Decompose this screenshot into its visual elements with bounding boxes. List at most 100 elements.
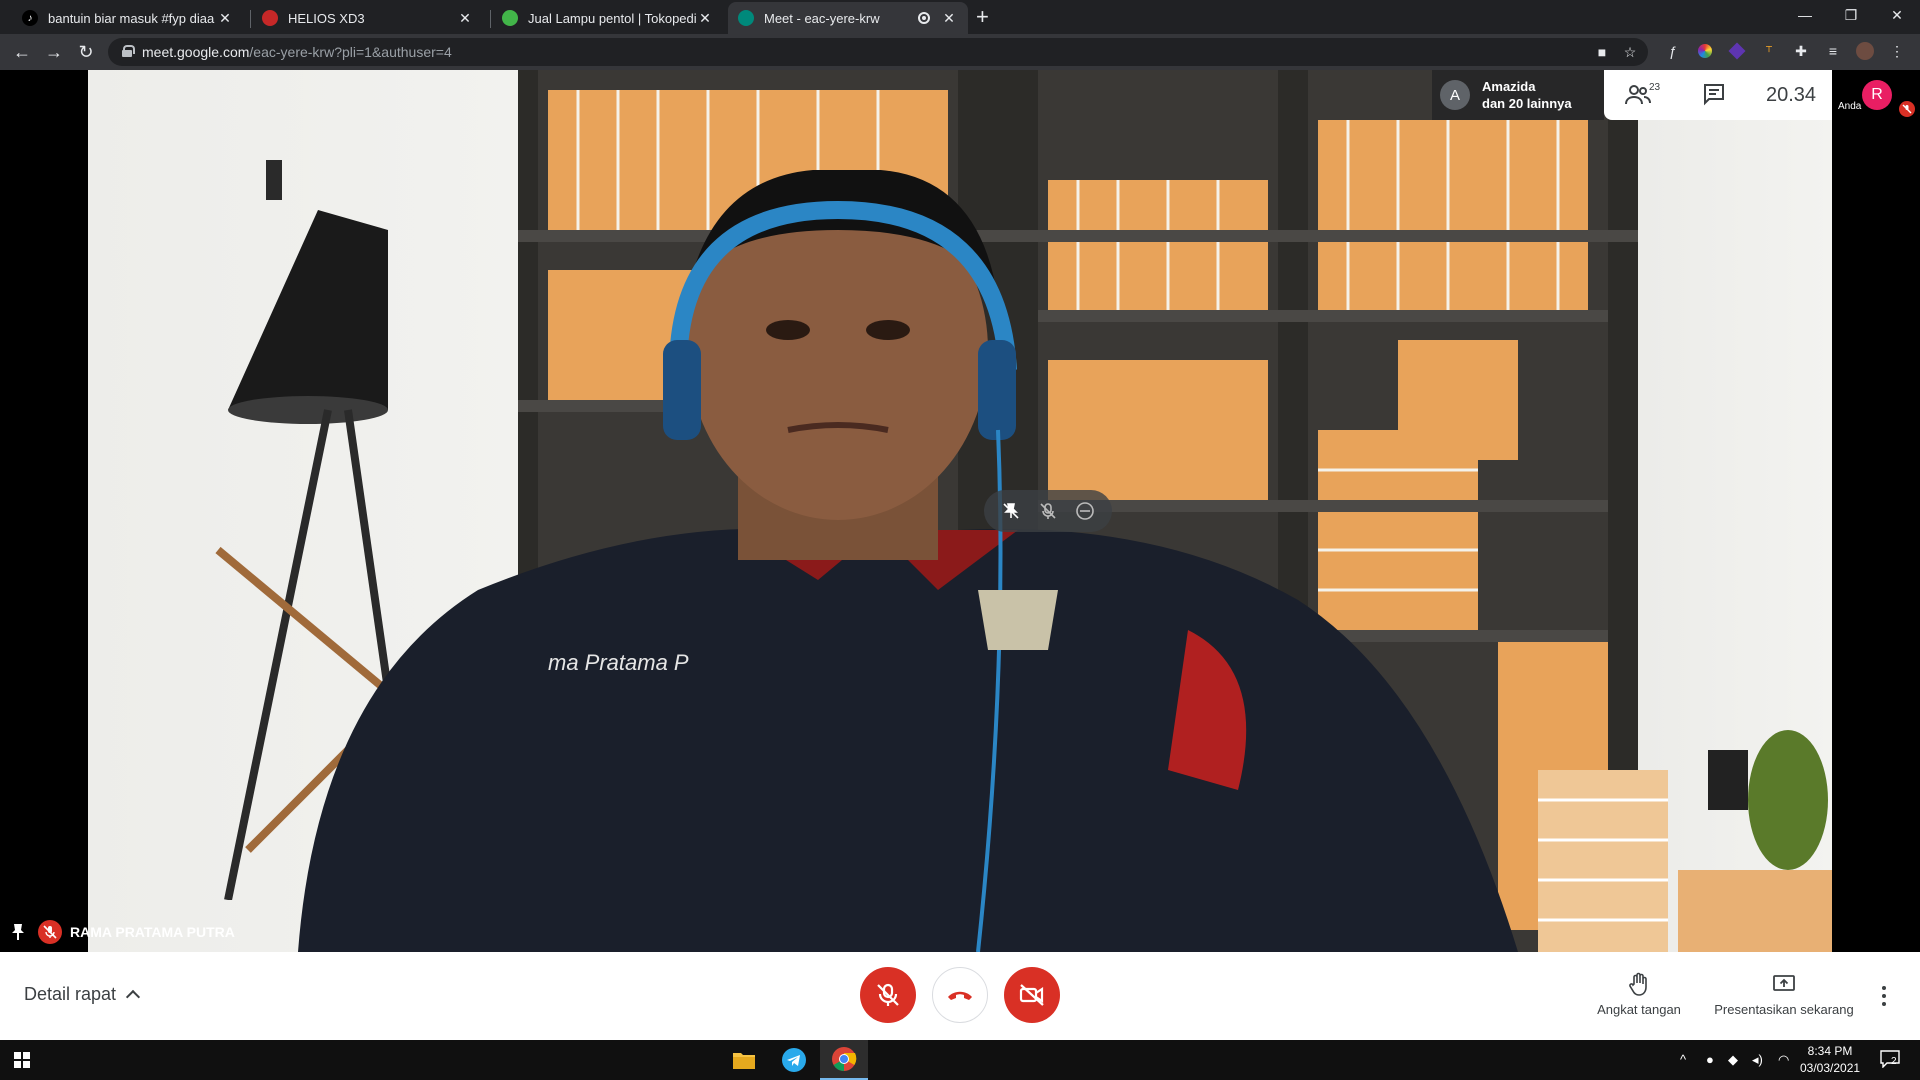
chrome-icon[interactable] (820, 1040, 868, 1080)
mic-off-icon (38, 920, 62, 944)
url-path: /eac-yere-krw?pli=1&authuser=4 (249, 44, 452, 60)
back-icon[interactable]: ← (10, 40, 34, 64)
taskbar-date: 03/03/2021 (1800, 1061, 1861, 1075)
participant-name: RAMA PRATAMA PUTRA (70, 924, 235, 940)
chevron-up-icon (125, 989, 141, 1005)
participant-hover-controls (984, 490, 1112, 532)
tiktok-icon: ♪ (22, 10, 38, 26)
profile-avatar-icon[interactable] (1856, 42, 1874, 60)
tab-helios[interactable]: HELIOS XD3 ✕ (252, 2, 484, 34)
wifi-icon[interactable]: ◠ (1778, 1052, 1789, 1068)
remove-participant-icon[interactable] (1072, 498, 1098, 524)
camera-toggle-button[interactable] (1004, 967, 1060, 1023)
mic-toggle-button[interactable] (860, 967, 916, 1023)
reload-icon[interactable]: ↻ (74, 40, 98, 64)
mic-off-icon (877, 983, 899, 1006)
url-text[interactable]: meet.google.com/eac-yere-krw?pli=1&authu… (142, 44, 452, 60)
dropbox-icon[interactable]: ◆ (1728, 1052, 1738, 1068)
extensions-puzzle-icon[interactable]: ✚ (1792, 42, 1810, 60)
microphone-tray-icon[interactable]: ● (1706, 1052, 1714, 1067)
notification-center-icon[interactable]: 2 (1880, 1050, 1902, 1070)
raise-hand-button[interactable]: Angkat tangan (1584, 972, 1694, 1017)
more-options-icon[interactable] (1882, 986, 1888, 1010)
participant-count: 23 (1649, 82, 1661, 93)
present-screen-icon (1708, 972, 1860, 996)
presenter-chip[interactable]: A Amazida dan 20 lainnya (1432, 70, 1604, 120)
raise-hand-label: Angkat tangan (1597, 1002, 1681, 1017)
camera-icon[interactable]: ■ (1594, 44, 1610, 60)
presenter-others: dan 20 lainnya (1482, 96, 1572, 111)
mute-participant-icon[interactable] (1035, 498, 1061, 524)
chat-icon[interactable] (1702, 82, 1730, 108)
tokopedia-icon (502, 10, 518, 26)
media-control-icon[interactable]: ≡ (1824, 42, 1842, 60)
pin-icon[interactable] (10, 923, 26, 941)
tab-tokopedia[interactable]: Jual Lampu pentol | Tokopedia ✕ (492, 2, 724, 34)
lock-icon (122, 45, 135, 57)
chrome-menu-icon[interactable]: ⋮ (1888, 42, 1906, 60)
meet-top-panel: 23 20.34 (1604, 70, 1832, 120)
windows-start-icon[interactable] (14, 1052, 30, 1068)
tab-title: Jual Lampu pentol | Tokopedia (528, 10, 696, 26)
windows-taskbar: ^ ● ◆ ◂) ◠ 8:34 PM 03/03/2021 2 (0, 1040, 1920, 1080)
present-now-button[interactable]: Presentasikan sekarang (1708, 972, 1860, 1017)
shirt-text: ma Pratama P (548, 650, 689, 675)
tab-title: HELIOS XD3 (288, 10, 365, 26)
recording-icon (918, 12, 930, 24)
leave-call-button[interactable] (932, 967, 988, 1023)
browser-toolbar: ← → ↻ meet.google.com/eac-yere-krw?pli=1… (0, 34, 1920, 70)
minimize-button[interactable]: — (1782, 0, 1828, 30)
tab-meet[interactable]: Meet - eac-yere-krw ✕ (728, 2, 968, 34)
restore-button[interactable]: ❐ (1828, 0, 1874, 30)
meeting-details-button[interactable]: Detail rapat (24, 984, 141, 1005)
close-icon[interactable]: ✕ (456, 10, 474, 27)
telegram-icon[interactable] (770, 1040, 818, 1080)
people-icon[interactable] (1624, 82, 1652, 108)
self-avatar[interactable]: R (1862, 80, 1892, 110)
extension-purple-icon[interactable] (1728, 42, 1746, 60)
close-window-button[interactable]: ✕ (1874, 0, 1920, 30)
close-icon[interactable]: ✕ (696, 10, 714, 27)
camera-off-icon (1019, 984, 1044, 1006)
address-bar[interactable]: meet.google.com/eac-yere-krw?pli=1&authu… (108, 38, 1648, 66)
tab-divider (250, 10, 251, 28)
volume-icon[interactable]: ◂) (1752, 1052, 1763, 1068)
new-tab-button[interactable]: + (976, 6, 989, 28)
close-icon[interactable]: ✕ (216, 10, 234, 27)
pin-icon[interactable] (998, 498, 1024, 524)
bookmark-star-icon[interactable]: ☆ (1622, 44, 1638, 60)
chevron-up-icon[interactable]: ^ (1680, 1052, 1686, 1067)
url-host: meet.google.com (142, 44, 250, 60)
meet-icon (738, 10, 754, 26)
meeting-stage: ma Pratama P RAMA PRATAMA PUTRA (0, 70, 1920, 952)
presenter-text: Amazida dan 20 lainnya (1482, 78, 1572, 112)
self-label: Anda (1838, 101, 1862, 112)
file-explorer-icon[interactable] (720, 1040, 768, 1080)
presenter-avatar: A (1440, 80, 1470, 110)
participant-name-label: RAMA PRATAMA PUTRA (10, 920, 235, 944)
hand-icon (1584, 972, 1694, 996)
participant-person-image: ma Pratama P (298, 170, 1518, 952)
close-icon[interactable]: ✕ (940, 10, 958, 27)
extension-color-icon[interactable] (1696, 42, 1714, 60)
presenter-name: Amazida (1482, 79, 1536, 94)
present-now-label: Presentasikan sekarang (1714, 1002, 1854, 1017)
meeting-clock: 20.34 (1766, 84, 1817, 106)
tab-tiktok[interactable]: ♪ bantuin biar masuk #fyp diaa ✕ (12, 2, 244, 34)
notification-count: 2 (1891, 1056, 1897, 1067)
forward-icon[interactable]: → (42, 40, 66, 64)
hang-up-icon (948, 991, 972, 1000)
participant-video: ma Pratama P (88, 70, 1832, 952)
browser-tab-strip: ♪ bantuin biar masuk #fyp diaa ✕ HELIOS … (0, 0, 1920, 34)
extension-pick-icon[interactable]: ⸆ (1760, 42, 1778, 60)
self-mic-off-icon (1899, 101, 1915, 117)
taskbar-time: 8:34 PM (1807, 1044, 1853, 1058)
meeting-details-label: Detail rapat (24, 984, 117, 1004)
helios-icon (262, 10, 278, 26)
tab-title: Meet - eac-yere-krw (764, 10, 880, 26)
tab-divider (490, 10, 491, 28)
taskbar-clock[interactable]: 8:34 PM 03/03/2021 (1800, 1043, 1860, 1077)
meeting-controls-bar: Detail rapat Angkat tangan Presentasikan… (0, 952, 1920, 1040)
extension-fx-icon[interactable]: ƒ (1664, 42, 1682, 60)
tab-title: bantuin biar masuk #fyp diaa (48, 10, 215, 26)
